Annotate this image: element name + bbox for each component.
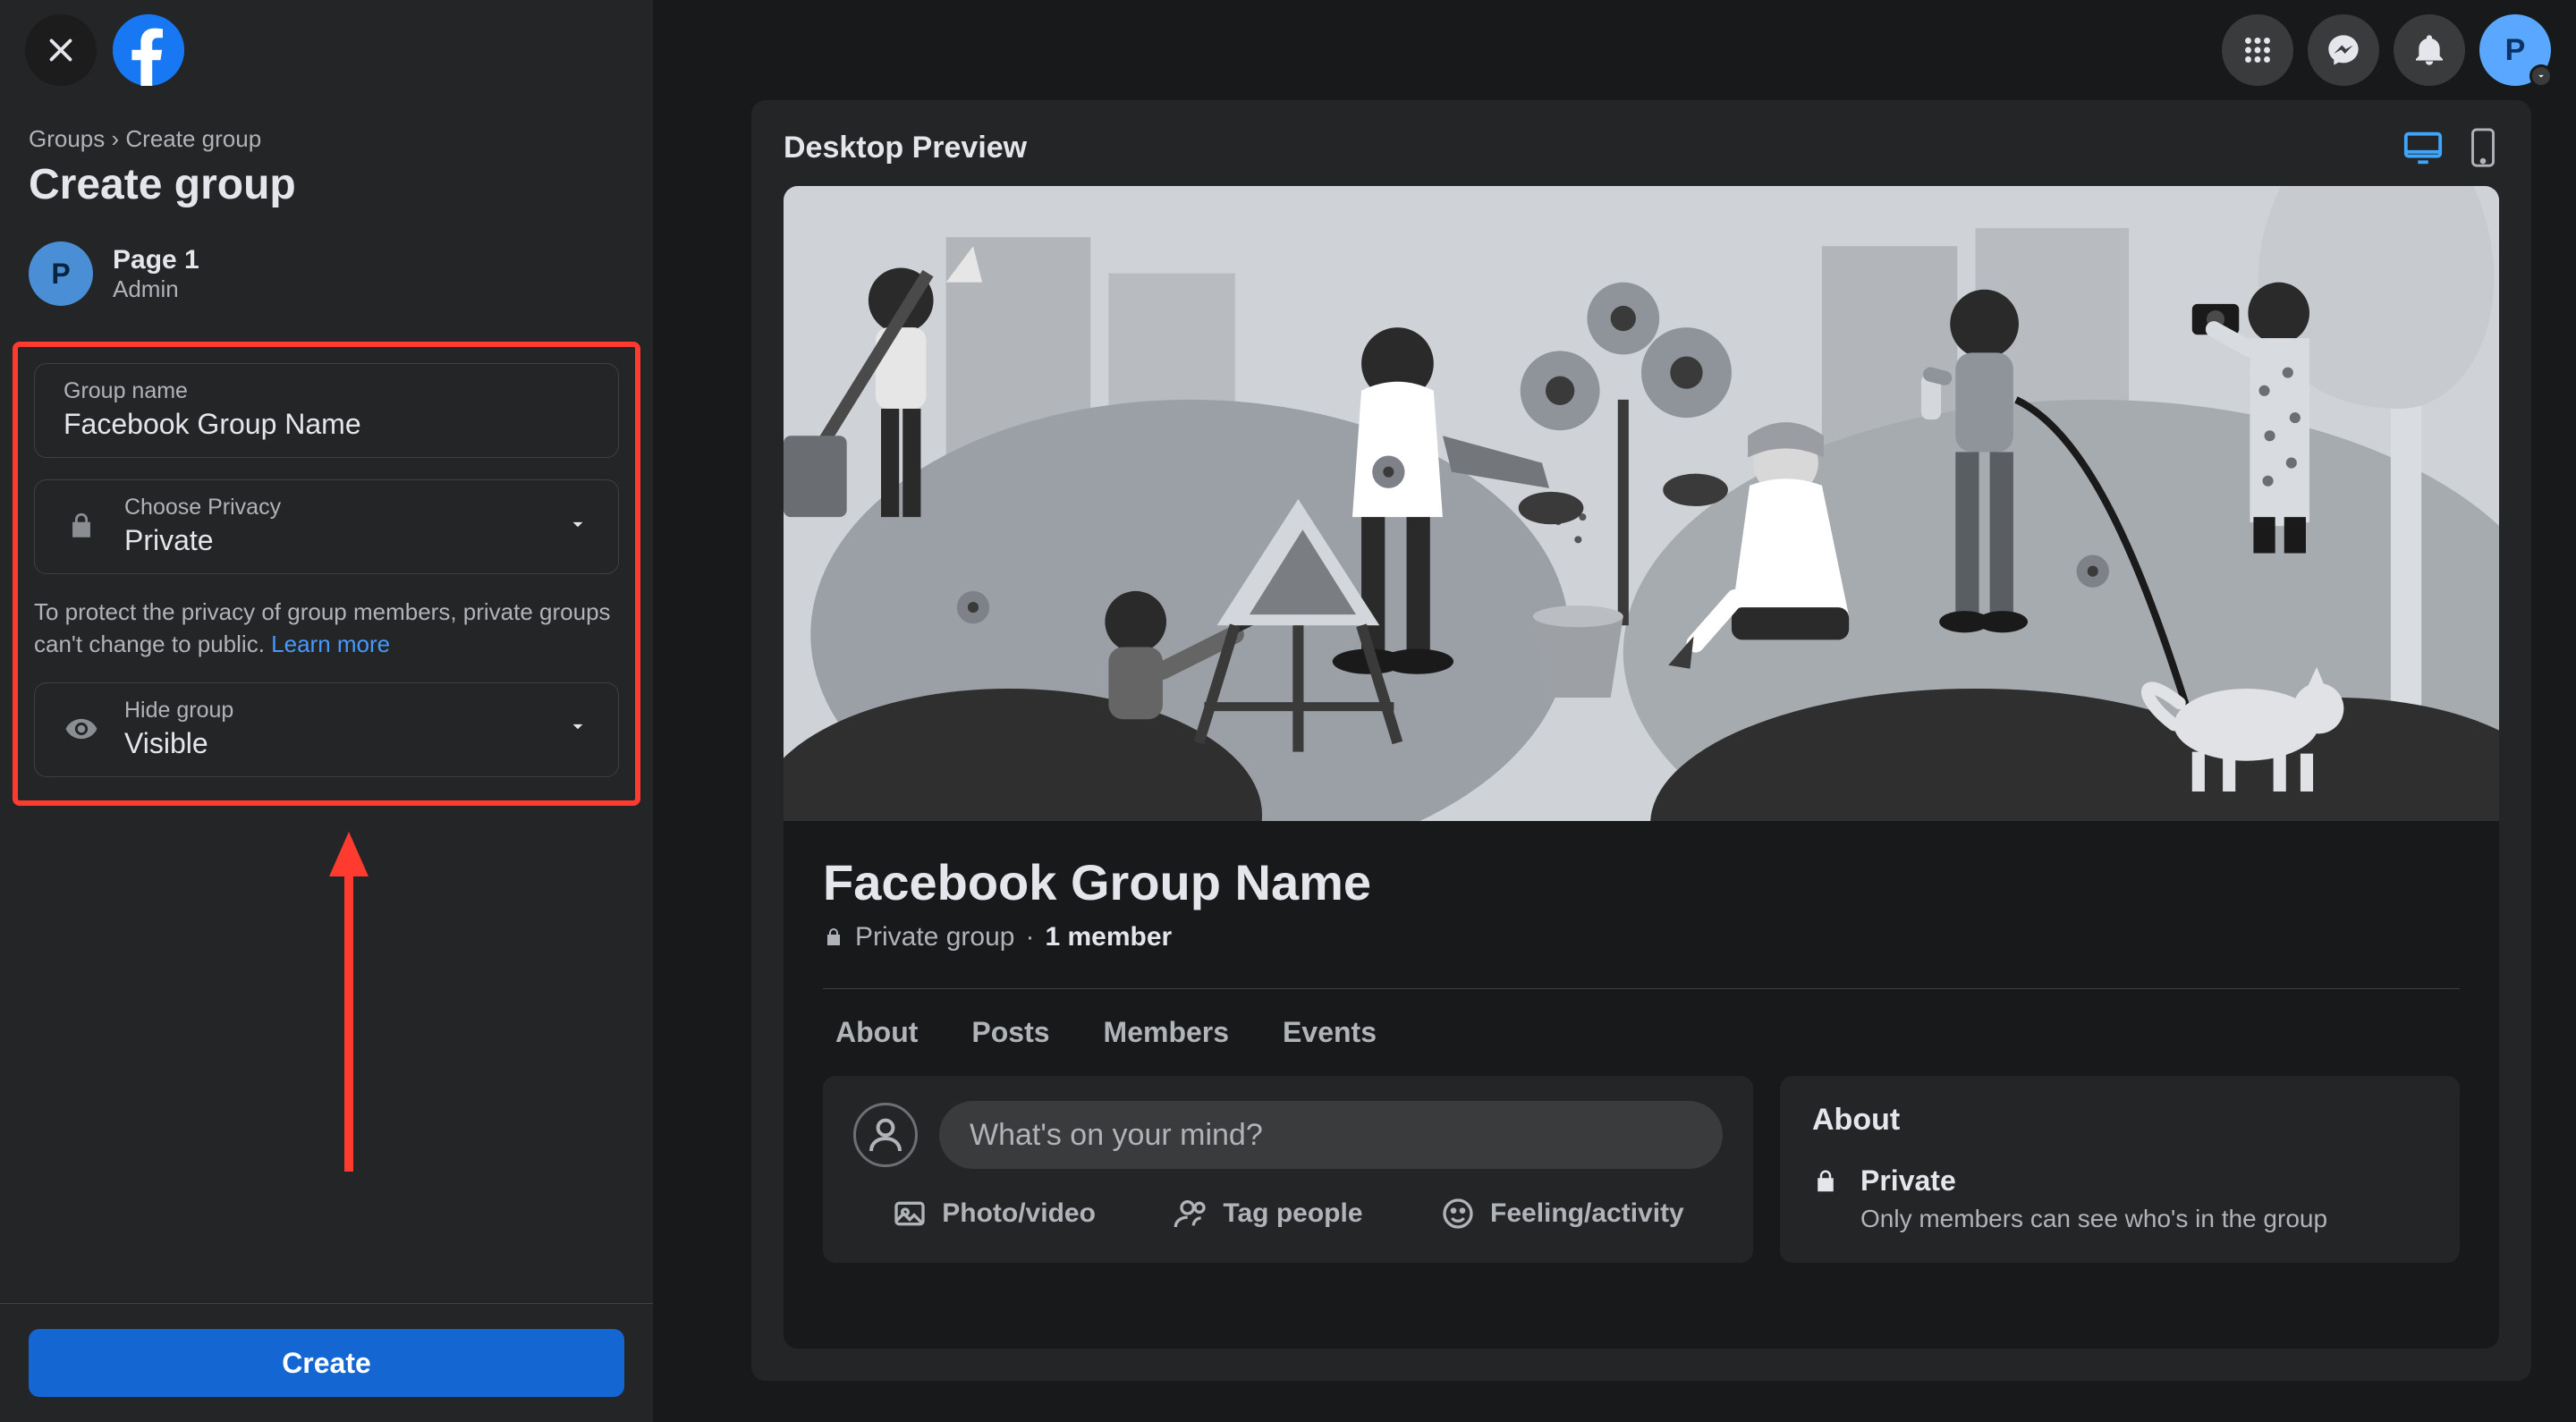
chevron-down-icon (566, 512, 589, 536)
privacy-helper-text: To protect the privacy of group members,… (34, 596, 619, 661)
composer: What's on your mind? Photo/video Tag peo… (823, 1076, 1753, 1263)
arrow-annotation (313, 823, 385, 1181)
meta-privacy: Private group (855, 922, 1014, 952)
facebook-icon (113, 14, 184, 86)
tag-people-icon (1173, 1196, 1208, 1232)
privacy-label: Choose Privacy (124, 495, 541, 521)
tab-events[interactable]: Events (1283, 1016, 1377, 1049)
chevron-down-icon (566, 715, 589, 738)
avatar-dropdown-badge (2529, 64, 2553, 88)
group-name-input[interactable] (64, 408, 589, 441)
mobile-preview-icon[interactable] (2467, 127, 2499, 168)
menu-button[interactable] (2222, 14, 2293, 86)
action-feeling-activity[interactable]: Feeling/activity (1440, 1196, 1684, 1232)
close-button[interactable] (25, 14, 97, 86)
composer-input[interactable]: What's on your mind? (939, 1101, 1723, 1169)
visibility-label: Hide group (124, 698, 541, 724)
meta-sep: · (1025, 922, 1034, 952)
about-privacy-desc: Only members can see who's in the group (1860, 1201, 2327, 1236)
breadcrumb: Groups › Create group (29, 125, 624, 153)
preview-tabs: About Posts Members Events (784, 989, 2499, 1076)
photo-icon (892, 1196, 928, 1232)
create-button[interactable]: Create (29, 1329, 624, 1397)
highlight-annotation: Group name Choose Privacy Private To pro… (13, 342, 640, 806)
lock-icon (823, 927, 844, 948)
preview-group-meta: Private group · 1 member (823, 922, 2460, 952)
action-tag-people[interactable]: Tag people (1173, 1196, 1362, 1232)
admin-name: Page 1 (113, 245, 199, 275)
desktop-preview-icon[interactable] (2402, 127, 2444, 168)
group-name-label: Group name (64, 378, 589, 404)
preview-heading: Desktop Preview (784, 131, 1027, 165)
admin-info[interactable]: P Page 1 Admin (29, 241, 624, 306)
avatar-letter: P (2505, 33, 2526, 68)
messenger-icon (2326, 32, 2361, 68)
tab-about[interactable]: About (835, 1016, 918, 1049)
about-privacy-title: Private (1860, 1164, 2327, 1198)
preview-card: Facebook Group Name Private group · 1 me… (784, 186, 2499, 1349)
breadcrumb-current: Create group (125, 125, 261, 152)
meta-members: 1 member (1045, 922, 1172, 952)
composer-placeholder: What's on your mind? (970, 1118, 1263, 1153)
preview-group-name: Facebook Group Name (823, 853, 2460, 911)
visibility-field[interactable]: Hide group Visible (34, 682, 619, 777)
eye-icon (64, 712, 98, 746)
apps-grid-icon (2241, 34, 2274, 66)
chevron-down-icon (2535, 70, 2547, 82)
account-avatar[interactable]: P (2479, 14, 2551, 86)
smiley-icon (1440, 1196, 1476, 1232)
privacy-value: Private (124, 524, 541, 557)
bell-icon (2411, 32, 2447, 68)
person-icon (864, 1113, 907, 1156)
breadcrumb-root[interactable]: Groups (29, 125, 105, 152)
page-title: Create group (29, 160, 624, 209)
close-icon (45, 34, 77, 66)
notifications-button[interactable] (2394, 14, 2465, 86)
admin-role: Admin (113, 275, 199, 303)
group-name-field[interactable]: Group name (34, 363, 619, 458)
cover-image (784, 186, 2499, 821)
about-heading: About (1812, 1103, 2428, 1138)
preview-panel: Desktop Preview (751, 100, 2531, 1381)
facebook-logo[interactable] (113, 14, 184, 86)
lock-icon (1812, 1168, 1839, 1195)
visibility-value: Visible (124, 727, 541, 760)
lock-icon (66, 511, 97, 541)
messenger-button[interactable] (2308, 14, 2379, 86)
action-photo-video[interactable]: Photo/video (892, 1196, 1096, 1232)
tab-posts[interactable]: Posts (971, 1016, 1049, 1049)
learn-more-link[interactable]: Learn more (271, 631, 390, 657)
privacy-field[interactable]: Choose Privacy Private (34, 479, 619, 574)
breadcrumb-sep: › (112, 125, 120, 152)
composer-avatar (853, 1103, 918, 1167)
about-card: About Private Only members can see who's… (1780, 1076, 2460, 1263)
admin-avatar: P (29, 241, 93, 306)
tab-members[interactable]: Members (1104, 1016, 1230, 1049)
